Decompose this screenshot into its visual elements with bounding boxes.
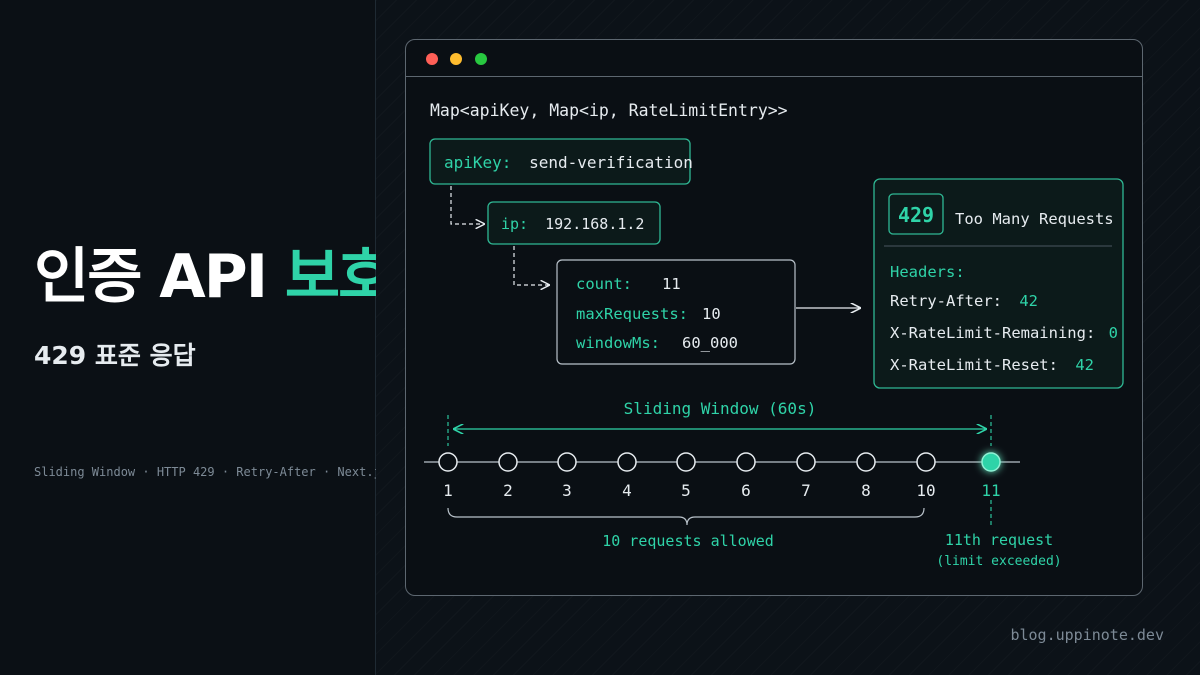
timeline-point-label: 2: [503, 481, 513, 500]
sliding-window-label: Sliding Window (60s): [624, 399, 817, 418]
allowed-requests-brace: [447, 507, 925, 526]
api-key-label: apiKey:: [444, 153, 511, 172]
timeline-point-label: 1: [443, 481, 453, 500]
blog-url: blog.uppinote.dev: [1010, 626, 1164, 644]
entry-label: count:: [576, 275, 632, 293]
timeline-point-label: 4: [622, 481, 632, 500]
timeline-point-label: 3: [562, 481, 572, 500]
header-row-remaining: X-RateLimit-Remaining: 0: [890, 324, 1118, 342]
timeline-point: [498, 452, 518, 472]
status-code-text: 429: [898, 203, 934, 227]
header-row-reset: X-RateLimit-Reset: 42: [890, 356, 1094, 374]
timeline-point: [438, 452, 458, 472]
api-key-text: apiKey: send-verification: [444, 153, 693, 172]
header-name: X-RateLimit-Remaining:: [890, 324, 1095, 342]
timeline-point-label: 7: [801, 481, 811, 500]
api-key-value: send-verification: [529, 153, 693, 172]
timeline-point-label: 5: [681, 481, 691, 500]
entry-label: maxRequests:: [576, 305, 688, 323]
status-text: Too Many Requests: [955, 210, 1114, 228]
entry-value: 60_000: [682, 334, 738, 352]
timeline-points: 1 2 3 4 5 6 7 8 10 11: [438, 452, 1001, 500]
ip-label: ip:: [501, 215, 528, 233]
entry-value: 11: [662, 275, 681, 293]
diagram-svg: Map<apiKey, Map<ip, RateLimitEntry>> api…: [424, 101, 1124, 569]
timeline-point: [557, 452, 577, 472]
entry-label: windowMs:: [576, 334, 660, 352]
exceeded-request-sublabel: (limit exceeded): [936, 554, 1061, 569]
timeline-point: [736, 452, 756, 472]
exceeded-request-label: 11th request: [945, 531, 1053, 549]
header-name: Retry-After:: [890, 292, 1002, 310]
entry-row-window-ms: windowMs: 60_000: [576, 334, 738, 352]
ip-value: 192.168.1.2: [545, 215, 644, 233]
allowed-requests-label: 10 requests allowed: [602, 532, 774, 550]
timeline-point: [856, 452, 876, 472]
header-value: 0: [1109, 324, 1118, 342]
entry-row-count: count: 11: [576, 275, 681, 293]
header-name: X-RateLimit-Reset:: [890, 356, 1058, 374]
timeline-point: [617, 452, 637, 472]
timeline-point: [676, 452, 696, 472]
api-key-to-ip-connector: [450, 186, 484, 224]
ip-text: ip: 192.168.1.2: [501, 215, 644, 233]
ip-to-entry-connector: [513, 246, 549, 285]
timeline-point-label: 8: [861, 481, 871, 500]
entry-value: 10: [702, 305, 721, 323]
map-type-text: Map<apiKey, Map<ip, RateLimitEntry>>: [430, 101, 788, 120]
timeline-point: [916, 452, 936, 472]
timeline-point-label: 11: [981, 481, 1000, 500]
header-value: 42: [1075, 356, 1094, 374]
timeline-point: [796, 452, 816, 472]
header-value: 42: [1019, 292, 1038, 310]
headers-label: Headers:: [890, 263, 965, 281]
timeline-point-label: 6: [741, 481, 751, 500]
timeline-point-exceeded: [981, 452, 1001, 472]
timeline-point-label: 10: [916, 481, 935, 500]
